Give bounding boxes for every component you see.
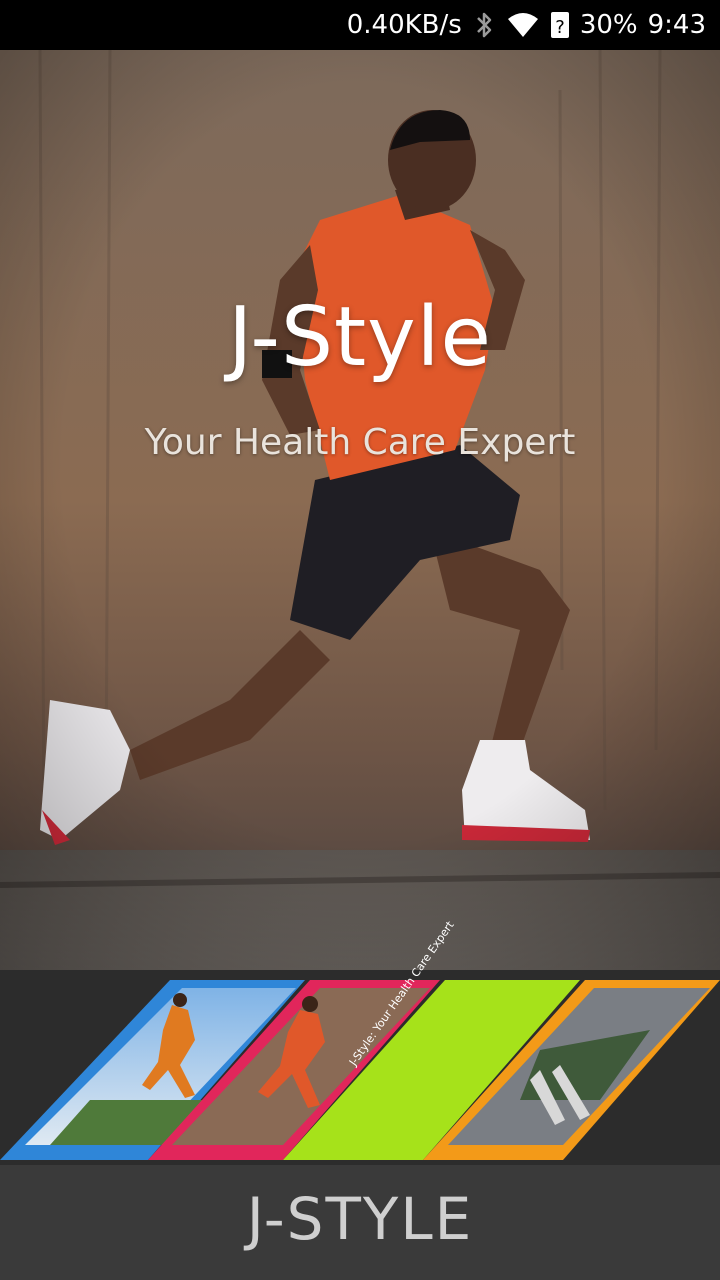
- footer: J-STYLE: [0, 1165, 720, 1280]
- network-speed: 0.40KB/s: [346, 10, 462, 40]
- app-tagline: Your Health Care Expert: [144, 422, 576, 463]
- svg-text:?: ?: [555, 17, 565, 38]
- feature-collage: [0, 980, 720, 1160]
- battery-level: 30%: [579, 10, 638, 40]
- feature-strip: J-Style: Your Health Care Expert: [0, 919, 720, 1165]
- status-bar: 0.40KB/s ? 30% 9:43: [0, 0, 720, 50]
- wifi-icon: [506, 11, 540, 39]
- app-title: J-Style: [228, 290, 492, 385]
- bluetooth-icon: [472, 10, 496, 40]
- brand-logo: J-STYLE: [246, 1185, 474, 1253]
- clock: 9:43: [647, 10, 706, 40]
- sim-unknown-icon: ?: [550, 10, 570, 40]
- hero-banner: J-Style Your Health Care Expert: [0, 50, 720, 970]
- runner-photo: [0, 50, 720, 970]
